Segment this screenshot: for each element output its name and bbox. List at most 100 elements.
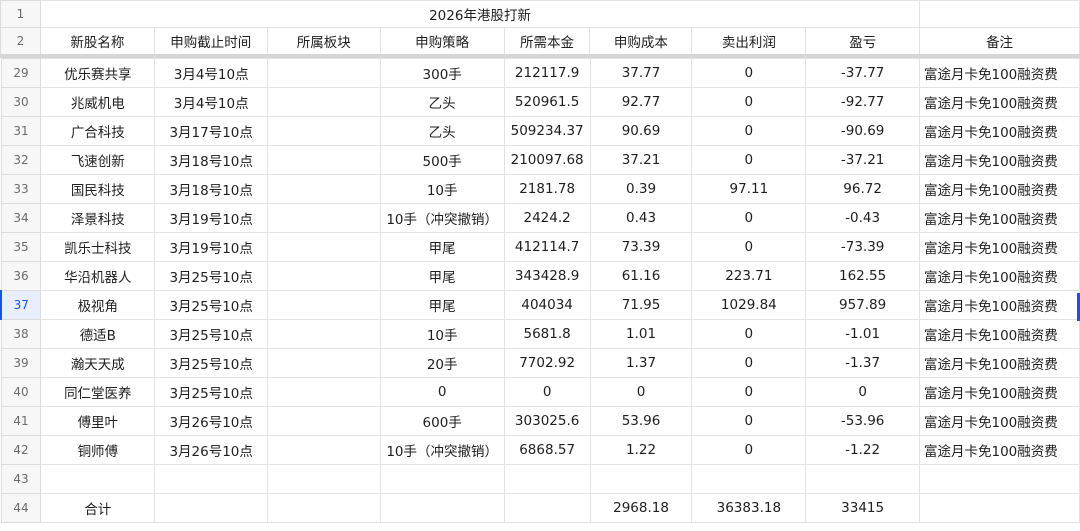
cell-cost[interactable]: 1.37 — [589, 348, 693, 378]
cell-profit[interactable]: 0 — [691, 406, 807, 436]
cell-pnl[interactable]: -92.77 — [805, 87, 920, 117]
header-cell-note[interactable]: 备注 — [919, 27, 1080, 55]
cell-pnl[interactable]: 96.72 — [805, 174, 920, 204]
cell-strategy[interactable]: 20手 — [379, 348, 505, 378]
cell-deadline[interactable] — [154, 464, 269, 494]
cell-strategy[interactable]: 0 — [379, 377, 505, 407]
cell-profit[interactable]: 0 — [691, 58, 807, 88]
cell-note[interactable]: 富途月卡免100融资费 — [919, 290, 1080, 320]
cell-sector[interactable] — [267, 493, 381, 523]
cell-deadline[interactable]: 3月25号10点 — [154, 348, 269, 378]
header-cell-capital[interactable]: 所需本金 — [503, 27, 591, 55]
cell-pnl[interactable]: 957.89 — [805, 290, 920, 320]
cell-sector[interactable] — [267, 348, 381, 378]
cell-profit[interactable]: 36383.18 — [691, 493, 807, 523]
cell-note[interactable]: 富途月卡免100融资费 — [919, 145, 1080, 175]
cell-deadline[interactable]: 3月25号10点 — [154, 319, 269, 349]
cell-strategy[interactable]: 乙头 — [379, 116, 505, 146]
cell-sector[interactable] — [267, 435, 381, 465]
cell-capital[interactable]: 509234.37 — [503, 116, 591, 146]
cell-profit[interactable]: 223.71 — [691, 261, 807, 291]
cell-capital[interactable]: 6868.57 — [503, 435, 591, 465]
cell-capital[interactable]: 343428.9 — [503, 261, 591, 291]
cell-deadline[interactable] — [154, 493, 269, 523]
cell-capital[interactable]: 210097.68 — [503, 145, 591, 175]
cell-profit[interactable]: 0 — [691, 145, 807, 175]
cell-strategy[interactable]: 甲尾 — [379, 261, 505, 291]
cell-note[interactable]: 富途月卡免100融资费 — [919, 377, 1080, 407]
row-number[interactable]: 2 — [0, 27, 41, 55]
row-number[interactable]: 44 — [0, 493, 42, 523]
cell-strategy[interactable] — [379, 464, 505, 494]
cell-cost[interactable]: 73.39 — [589, 232, 693, 262]
cell-deadline[interactable]: 3月26号10点 — [154, 406, 269, 436]
cell-name[interactable]: 傅里叶 — [40, 406, 156, 436]
cell-cost[interactable] — [589, 464, 693, 494]
cell-sector[interactable] — [267, 116, 381, 146]
header-cell-sector[interactable]: 所属板块 — [266, 27, 381, 55]
cell-note[interactable]: 富途月卡免100融资费 — [919, 406, 1080, 436]
cell[interactable] — [919, 0, 1080, 28]
cell-profit[interactable]: 0 — [691, 377, 807, 407]
cell-cost[interactable]: 1.01 — [589, 319, 693, 349]
cell-name[interactable]: 德适B — [40, 319, 156, 349]
cell-deadline[interactable]: 3月19号10点 — [154, 203, 269, 233]
cell-name[interactable]: 国民科技 — [40, 174, 156, 204]
cell-sector[interactable] — [267, 290, 381, 320]
cell-name[interactable]: 广合科技 — [40, 116, 156, 146]
header-cell-strategy[interactable]: 申购策略 — [379, 27, 505, 55]
cell-deadline[interactable]: 3月17号10点 — [154, 116, 269, 146]
cell-cost[interactable]: 37.21 — [589, 145, 693, 175]
cell-note[interactable]: 富途月卡免100融资费 — [919, 261, 1080, 291]
cell-name[interactable]: 铜师傅 — [40, 435, 156, 465]
cell-pnl[interactable]: -1.37 — [805, 348, 920, 378]
cell-cost[interactable]: 92.77 — [589, 87, 693, 117]
cell-note[interactable]: 富途月卡免100融资费 — [919, 232, 1080, 262]
cell-pnl[interactable]: -53.96 — [805, 406, 920, 436]
cell-profit[interactable]: 0 — [691, 435, 807, 465]
row-number[interactable]: 31 — [0, 116, 42, 146]
cell-sector[interactable] — [267, 58, 381, 88]
cell-cost[interactable]: 2968.18 — [589, 493, 693, 523]
cell-sector[interactable] — [267, 406, 381, 436]
row-number[interactable]: 42 — [0, 435, 42, 465]
cell-pnl[interactable]: -0.43 — [805, 203, 920, 233]
cell-profit[interactable]: 0 — [691, 348, 807, 378]
cell-sector[interactable] — [267, 174, 381, 204]
cell-capital[interactable]: 412114.7 — [503, 232, 591, 262]
cell-name[interactable]: 泽景科技 — [40, 203, 156, 233]
cell-capital[interactable]: 404034 — [503, 290, 591, 320]
cell-cost[interactable]: 90.69 — [589, 116, 693, 146]
cell-strategy[interactable]: 10手（冲突撤销） — [379, 203, 505, 233]
cell-strategy[interactable]: 600手 — [379, 406, 505, 436]
cell-pnl[interactable]: -1.22 — [805, 435, 920, 465]
cell-sector[interactable] — [267, 319, 381, 349]
cell-profit[interactable]: 0 — [691, 319, 807, 349]
cell-name[interactable]: 飞速创新 — [40, 145, 156, 175]
cell-capital[interactable] — [503, 464, 591, 494]
cell-name[interactable]: 瀚天天成 — [40, 348, 156, 378]
cell-name[interactable]: 极视角 — [40, 290, 156, 320]
cell-deadline[interactable]: 3月19号10点 — [154, 232, 269, 262]
cell-deadline[interactable]: 3月4号10点 — [154, 87, 269, 117]
cell-cost[interactable]: 0 — [589, 377, 693, 407]
header-cell-pnl[interactable]: 盈亏 — [805, 27, 921, 55]
cell-sector[interactable] — [267, 261, 381, 291]
cell-strategy[interactable]: 甲尾 — [379, 290, 505, 320]
cell-name[interactable] — [40, 464, 156, 494]
cell-note[interactable]: 富途月卡免100融资费 — [919, 174, 1080, 204]
cell-deadline[interactable]: 3月4号10点 — [154, 58, 269, 88]
header-cell-name[interactable]: 新股名称 — [39, 27, 155, 55]
cell-pnl[interactable]: -1.01 — [805, 319, 920, 349]
cell-cost[interactable]: 0.39 — [589, 174, 693, 204]
row-number[interactable]: 35 — [0, 232, 42, 262]
row-number[interactable]: 1 — [0, 0, 41, 28]
cell-profit[interactable]: 0 — [691, 203, 807, 233]
cell-note[interactable] — [919, 464, 1080, 494]
cell-strategy[interactable]: 甲尾 — [379, 232, 505, 262]
header-cell-deadline[interactable]: 申购截止时间 — [153, 27, 268, 55]
cell-capital[interactable] — [503, 493, 591, 523]
cell-deadline[interactable]: 3月25号10点 — [154, 377, 269, 407]
cell-name[interactable]: 合计 — [40, 493, 156, 523]
cell-pnl[interactable]: 162.55 — [805, 261, 920, 291]
